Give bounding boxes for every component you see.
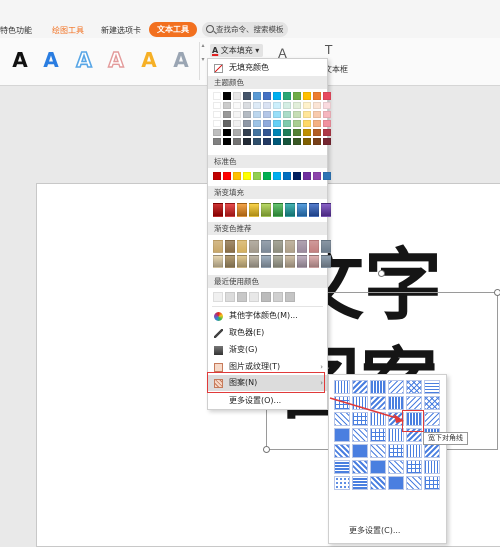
annotation-arrow — [329, 397, 404, 423]
annotation-arrow-line — [329, 397, 401, 420]
annotation-arrow-head — [394, 414, 404, 423]
